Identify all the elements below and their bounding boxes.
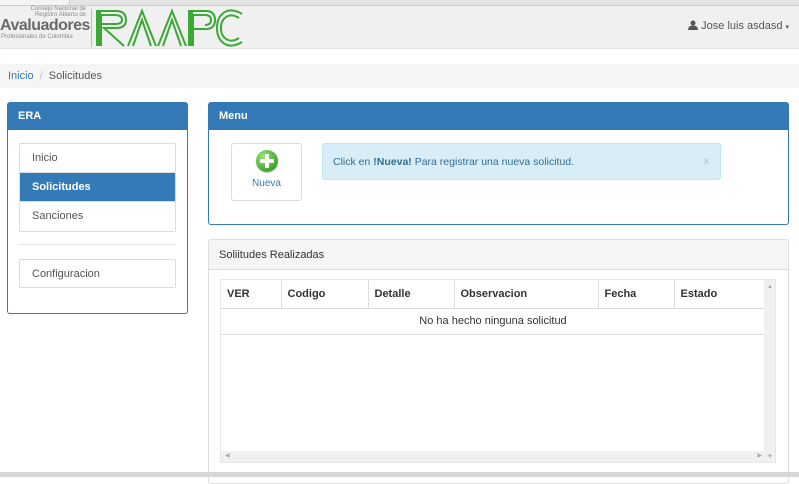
requests-table: VER Codigo Detalle Observacion Fecha Est… bbox=[221, 280, 765, 335]
breadcrumb-home-link[interactable]: Inicio bbox=[8, 70, 34, 82]
column-header[interactable]: Codigo bbox=[281, 280, 369, 309]
window-bottom-bar bbox=[0, 472, 799, 477]
info-alert: Click en !Nueva! Para registrar una nuev… bbox=[322, 143, 721, 180]
chevron-down-icon: ▾ bbox=[785, 24, 789, 31]
sidebar-item-solicitudes[interactable]: Solicitudes bbox=[20, 173, 175, 202]
scroll-down-icon[interactable]: ▼ bbox=[767, 454, 773, 460]
requests-title: Soliitudes Realizadas bbox=[209, 240, 788, 270]
menu-title: Menu bbox=[209, 103, 788, 130]
raapc-logo-graphic bbox=[96, 8, 243, 47]
sidebar-item-configuracion[interactable]: Configuracion bbox=[19, 259, 176, 288]
brand-logo-text[interactable]: Consejo Nacional de Registro Abierto de … bbox=[0, 6, 90, 49]
sidebar-title: ERA bbox=[8, 103, 187, 130]
new-request-label: Nueva bbox=[252, 178, 281, 189]
breadcrumb-current: Solicitudes bbox=[48, 70, 102, 82]
sidebar-item-inicio[interactable]: Inicio bbox=[20, 144, 175, 173]
column-header[interactable]: Fecha bbox=[598, 280, 675, 309]
sidebar-nav-list: Inicio Solicitudes Sanciones bbox=[19, 143, 176, 232]
empty-table-message: No ha hecho ninguna solicitud bbox=[221, 308, 765, 335]
table-row: No ha hecho ninguna solicitud bbox=[221, 308, 765, 335]
horizontal-scrollbar[interactable]: ◀ ▶ bbox=[221, 451, 766, 462]
breadcrumb: Inicio / Solicitudes bbox=[0, 64, 799, 88]
alert-text-suffix: Para registrar una nueva solicitud. bbox=[411, 156, 575, 168]
close-icon[interactable]: × bbox=[703, 154, 710, 168]
user-name: Jose luis asdasd bbox=[701, 20, 783, 32]
user-menu-dropdown[interactable]: Jose luis asdasd ▾ bbox=[688, 20, 789, 32]
scroll-up-icon[interactable]: ▲ bbox=[767, 284, 773, 290]
logo-title: Avaluadores bbox=[0, 17, 90, 34]
add-circle-icon bbox=[256, 150, 278, 172]
logo-divider bbox=[91, 9, 92, 47]
scroll-right-icon[interactable]: ▶ bbox=[757, 452, 762, 459]
user-icon bbox=[688, 20, 699, 30]
top-navbar: Consejo Nacional de Registro Abierto de … bbox=[0, 6, 799, 49]
vertical-scrollbar[interactable]: ▲ ▼ bbox=[764, 280, 775, 462]
menu-panel: Menu Nueva Click en !Nueva! Para registr… bbox=[208, 102, 789, 225]
sidebar-divider bbox=[19, 244, 176, 245]
scroll-left-icon[interactable]: ◀ bbox=[225, 452, 230, 459]
requests-panel: Soliitudes Realizadas VER Codigo Detalle… bbox=[208, 239, 789, 484]
column-header[interactable]: VER bbox=[221, 280, 282, 309]
sidebar-item-sanciones[interactable]: Sanciones bbox=[20, 202, 175, 231]
column-header[interactable]: Detalle bbox=[368, 280, 455, 309]
breadcrumb-separator: / bbox=[39, 70, 43, 82]
logo-subtitle: Profesionales de Colombia bbox=[1, 34, 73, 40]
alert-text-prefix: Click en bbox=[333, 156, 374, 168]
table-header-row: VER Codigo Detalle Observacion Fecha Est… bbox=[221, 280, 765, 309]
new-request-button[interactable]: Nueva bbox=[231, 143, 302, 201]
requests-table-container[interactable]: VER Codigo Detalle Observacion Fecha Est… bbox=[220, 279, 776, 463]
column-header[interactable]: Observacion bbox=[454, 280, 599, 309]
column-header[interactable]: Estado bbox=[674, 280, 765, 309]
alert-text-bold: !Nueva! bbox=[373, 156, 412, 168]
sidebar-panel: ERA Inicio Solicitudes Sanciones Configu… bbox=[7, 102, 188, 314]
